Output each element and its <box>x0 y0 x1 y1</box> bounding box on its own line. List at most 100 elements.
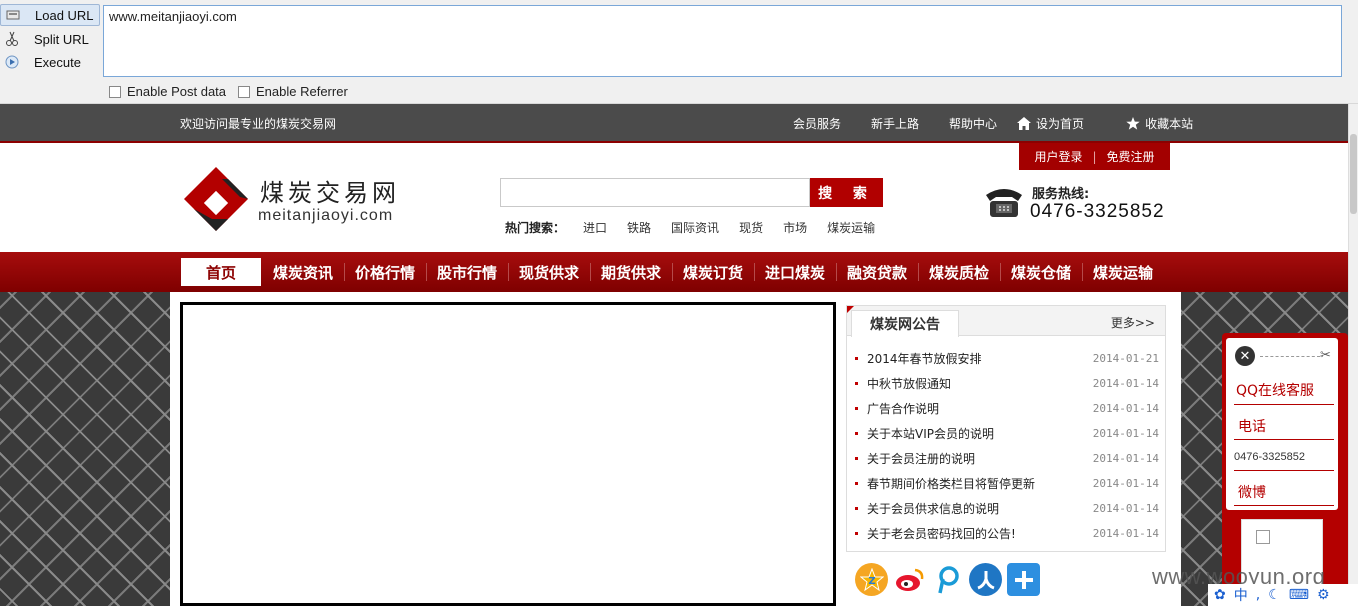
renren-icon[interactable] <box>969 563 1002 596</box>
nav-order[interactable]: 煤炭订货 <box>672 258 754 286</box>
list-item[interactable]: 关于本站VIP会员的说明 2014-01-14 <box>855 421 1159 446</box>
bullet-icon <box>855 532 858 535</box>
load-url-icon <box>5 7 21 23</box>
nav-stock[interactable]: 股市行情 <box>426 258 508 286</box>
welcome-text: 欢迎访问最专业的煤炭交易网 <box>180 117 337 131</box>
scissors-icon <box>4 31 20 47</box>
beginner-guide-link[interactable]: 新手上路 <box>871 115 919 132</box>
list-item[interactable]: 关于会员供求信息的说明 2014-01-14 <box>855 496 1159 521</box>
bullet-icon <box>855 482 858 485</box>
dashed-line <box>1260 356 1320 357</box>
bullet-icon <box>855 382 858 385</box>
help-center-link[interactable]: 帮助中心 <box>949 115 997 132</box>
site-logo[interactable]: 煤炭交易网 meitanjiaoyi.com <box>182 165 422 237</box>
list-item[interactable]: 春节期间价格类栏目将暂停更新 2014-01-14 <box>855 471 1159 496</box>
share-bar: Z <box>855 563 1045 596</box>
announcement-header: 煤炭网公告 更多>> <box>847 306 1165 337</box>
logo-domain: meitanjiaoyi.com <box>258 207 394 224</box>
search-button[interactable]: 搜 索 <box>810 178 883 207</box>
close-icon[interactable]: ✕ <box>1235 346 1255 366</box>
nav-import[interactable]: 进口煤炭 <box>754 258 836 286</box>
ime-language[interactable]: 中 <box>1234 585 1248 605</box>
enable-post-checkbox[interactable]: Enable Post data <box>109 84 226 99</box>
list-item[interactable]: 广告合作说明 2014-01-14 <box>855 396 1159 421</box>
weibo-link[interactable]: 微博 <box>1238 482 1266 502</box>
hot-keyword[interactable]: 市场 <box>783 219 807 236</box>
home-icon <box>1017 117 1032 130</box>
split-url-button[interactable]: Split URL <box>0 28 100 50</box>
settings-icon: ⚙ <box>1316 587 1330 603</box>
bullet-icon <box>855 432 858 435</box>
member-service-link[interactable]: 会员服务 <box>793 115 841 132</box>
nav-price[interactable]: 价格行情 <box>344 258 426 286</box>
nav-home[interactable]: 首页 <box>181 258 261 286</box>
broken-image-icon <box>1256 530 1270 544</box>
topbar-links: 会员服务 新手上路 帮助中心 设为首页 收藏本站 <box>793 115 1249 132</box>
nav-inspection[interactable]: 煤炭质检 <box>918 258 1000 286</box>
hot-search-label: 热门搜索： <box>505 221 566 235</box>
play-icon <box>4 54 20 70</box>
moon-icon: ☾ <box>1268 587 1281 603</box>
more-link[interactable]: 更多>> <box>1111 314 1155 331</box>
enable-referrer-checkbox[interactable]: Enable Referrer <box>238 84 348 99</box>
qq-service-card: ✕ ✂ QQ在线客服 电话 0476-3325852 微博 <box>1226 338 1338 510</box>
search-input[interactable] <box>500 178 810 207</box>
corner-accent <box>847 306 854 313</box>
logo-chinese-name: 煤炭交易网 <box>260 179 400 207</box>
punctuation-icon: , <box>1255 587 1261 603</box>
execute-button[interactable]: Execute <box>0 51 100 73</box>
nav-finance[interactable]: 融资贷款 <box>836 258 918 286</box>
bullet-icon <box>855 507 858 510</box>
qq-online-link[interactable]: QQ在线客服 <box>1236 380 1314 400</box>
qzone-icon[interactable]: Z <box>855 563 888 596</box>
nav-coal-news[interactable]: 煤炭资讯 <box>262 258 344 286</box>
checkbox-box[interactable] <box>238 85 250 98</box>
site-topbar: 欢迎访问最专业的煤炭交易网 会员服务 新手上路 帮助中心 设为首页 收藏本站 <box>0 104 1348 141</box>
scrollbar-thumb[interactable] <box>1350 134 1357 214</box>
hot-keyword[interactable]: 现货 <box>739 219 763 236</box>
nav-transport[interactable]: 煤炭运输 <box>1082 258 1164 286</box>
weibo-icon[interactable] <box>893 563 926 596</box>
nav-futures[interactable]: 期货供求 <box>590 258 672 286</box>
divider <box>1234 505 1334 506</box>
ime-toolbar[interactable]: ✿ 中 , ☾ ⌨ ⚙ <box>1208 584 1358 606</box>
hot-keyword[interactable]: 煤炭运输 <box>827 219 875 236</box>
bookmark-link[interactable]: 收藏本站 <box>1126 115 1221 132</box>
hackbar-actions: Load URL Split URL Execute <box>0 0 100 80</box>
telephone-icon <box>986 189 1022 217</box>
star-icon <box>1126 117 1140 130</box>
phone-number: 0476-3325852 <box>1234 451 1305 463</box>
url-textarea[interactable]: www.meitanjiaoyi.com <box>103 5 1342 77</box>
banner-slideshow[interactable] <box>180 302 836 606</box>
divider <box>1234 470 1334 471</box>
vertical-scrollbar[interactable] <box>1348 104 1358 606</box>
list-item[interactable]: 中秋节放假通知 2014-01-14 <box>855 371 1159 396</box>
svg-text:Z: Z <box>868 576 875 587</box>
nav-storage[interactable]: 煤炭仓储 <box>1000 258 1082 286</box>
checkbox-box[interactable] <box>109 85 121 98</box>
scissors-icon: ✂ <box>1320 348 1331 363</box>
list-item[interactable]: 关于老会员密码找回的公告! 2014-01-14 <box>855 521 1159 546</box>
nav-spot-supply[interactable]: 现货供求 <box>508 258 590 286</box>
list-item[interactable]: 2014年春节放假安排 2014-01-21 <box>855 346 1159 371</box>
register-link[interactable]: 免费注册 <box>1107 148 1155 165</box>
more-share-icon[interactable] <box>1007 563 1040 596</box>
announcement-panel: 煤炭网公告 更多>> 2014年春节放假安排 2014-01-21 中秋节放假通知… <box>846 305 1166 552</box>
hot-keyword[interactable]: 铁路 <box>627 219 651 236</box>
hot-keyword[interactable]: 国际资讯 <box>671 219 719 236</box>
hotline-number: 0476-3325852 <box>1030 201 1165 222</box>
login-link[interactable]: 用户登录 <box>1034 148 1082 165</box>
set-homepage-link[interactable]: 设为首页 <box>1017 115 1112 132</box>
tencent-weibo-icon[interactable] <box>931 563 964 596</box>
load-url-button[interactable]: Load URL <box>0 4 100 26</box>
list-item[interactable]: 关于会员注册的说明 2014-01-14 <box>855 446 1159 471</box>
hot-keyword[interactable]: 进口 <box>583 219 607 236</box>
hackbar-toolbar: Load URL Split URL Execute www.meitanjia… <box>0 0 1358 104</box>
main-nav: 首页 煤炭资讯 价格行情 股市行情 现货供求 期货供求 煤炭订货 进口煤炭 融资… <box>0 252 1348 292</box>
site-header: 用户登录 | 免费注册 煤炭交易网 meitanjiaoyi.com 搜 索 热… <box>0 141 1348 252</box>
divider <box>1234 404 1334 405</box>
account-tab: 用户登录 | 免费注册 <box>1019 143 1170 170</box>
logo-mark-icon <box>184 167 248 231</box>
announcement-list: 2014年春节放假安排 2014-01-21 中秋节放假通知 2014-01-14 … <box>855 346 1159 546</box>
separator: | <box>1092 149 1097 164</box>
